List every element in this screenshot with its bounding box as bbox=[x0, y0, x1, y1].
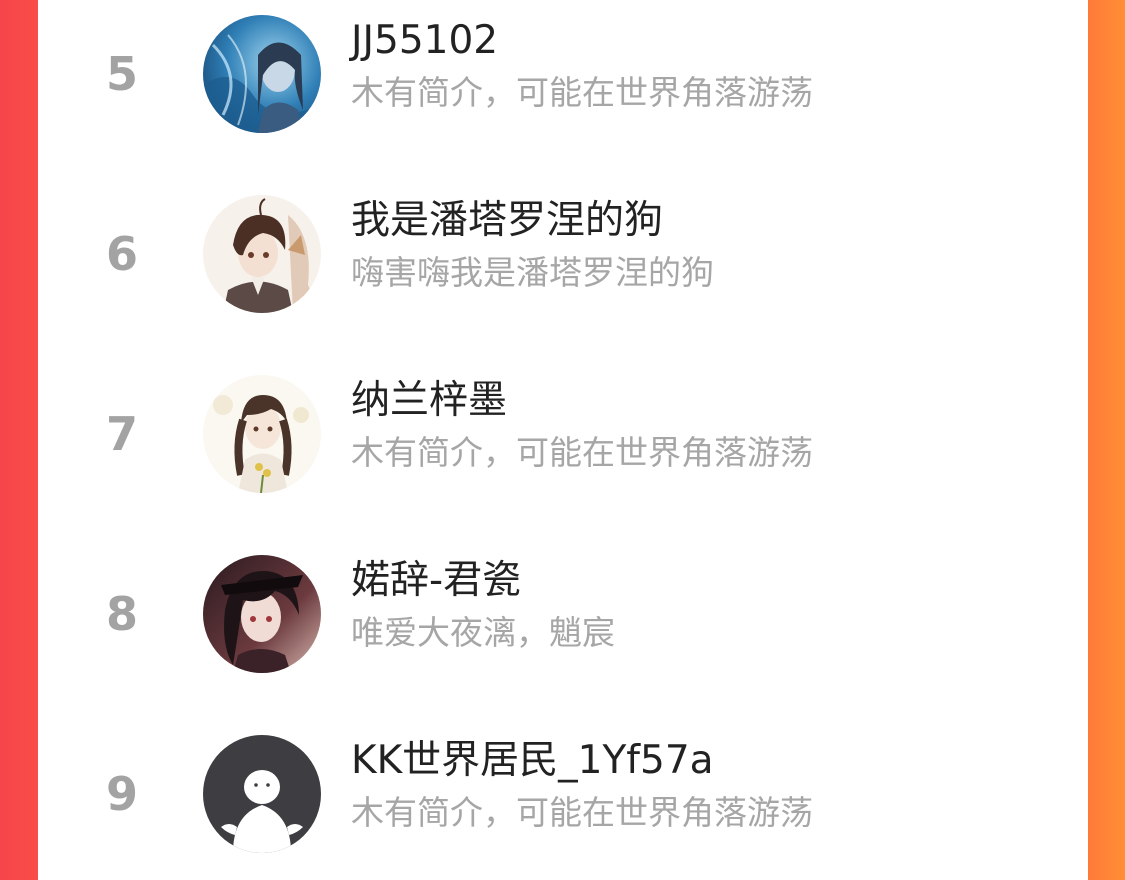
user-bio: 木有简介，可能在世界角落游荡 bbox=[351, 793, 813, 832]
anime-avatar-girl-icon[interactable] bbox=[203, 375, 321, 493]
anime-avatar-dark-icon[interactable] bbox=[203, 555, 321, 673]
list-item[interactable]: 9 KK世界居民_1Yf57a 木有简介，可能在世界角落游荡 bbox=[38, 720, 1088, 880]
user-name[interactable]: 纳兰梓墨 bbox=[351, 375, 507, 427]
anime-avatar-boy-icon[interactable] bbox=[203, 195, 321, 313]
user-name[interactable]: 婼辞-君瓷 bbox=[351, 555, 521, 607]
default-user-avatar-icon[interactable] bbox=[203, 735, 321, 853]
user-name[interactable]: JJ55102 bbox=[351, 15, 498, 67]
user-bio: 唯爱大夜漓，魈宸 bbox=[351, 613, 615, 652]
user-name[interactable]: KK世界居民_1Yf57a bbox=[351, 735, 714, 787]
ranking-list: 5 JJ55102 木有简介，可能在世界角落游荡 6 我是潘塔罗涅的狗 嗨害嗨我… bbox=[38, 0, 1088, 878]
rank-number: 6 bbox=[105, 227, 138, 281]
rank-number: 9 bbox=[105, 767, 138, 821]
user-bio: 木有简介，可能在世界角落游荡 bbox=[351, 433, 813, 472]
list-item[interactable]: 7 纳兰梓墨 木有简介，可能在世界角落游荡 bbox=[38, 360, 1088, 520]
rank-number: 5 bbox=[105, 47, 138, 101]
anime-avatar-blue-icon[interactable] bbox=[203, 15, 321, 133]
rank-number: 7 bbox=[105, 407, 138, 461]
rank-number: 8 bbox=[105, 587, 138, 641]
user-name[interactable]: 我是潘塔罗涅的狗 bbox=[351, 195, 663, 247]
user-bio: 木有简介，可能在世界角落游荡 bbox=[351, 73, 813, 112]
list-item[interactable]: 6 我是潘塔罗涅的狗 嗨害嗨我是潘塔罗涅的狗 bbox=[38, 180, 1088, 340]
list-item[interactable]: 8 婼辞-君瓷 唯爱大夜漓，魈宸 bbox=[38, 540, 1088, 700]
list-item[interactable]: 5 JJ55102 木有简介，可能在世界角落游荡 bbox=[38, 0, 1088, 160]
user-bio: 嗨害嗨我是潘塔罗涅的狗 bbox=[351, 253, 714, 292]
